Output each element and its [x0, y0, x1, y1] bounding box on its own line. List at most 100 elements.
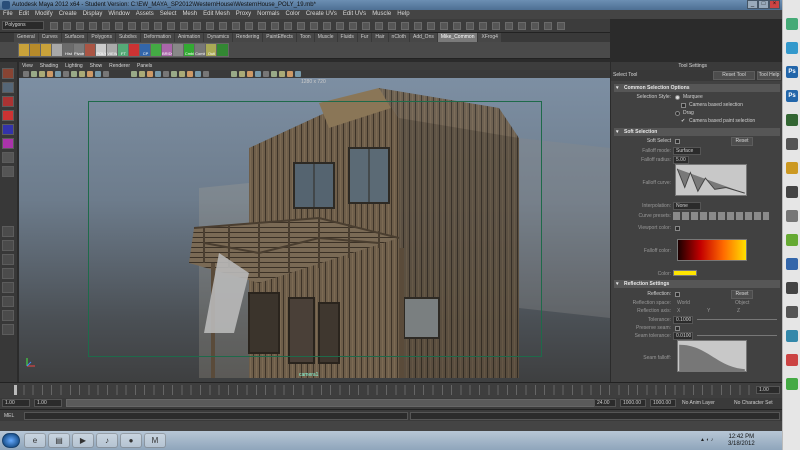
reflection-checkbox[interactable] — [675, 292, 680, 297]
viewport-tool-icon[interactable] — [187, 71, 193, 77]
layout-two-icon[interactable] — [2, 254, 14, 265]
viewport-tool-icon[interactable] — [139, 71, 145, 77]
maya-icon[interactable] — [786, 138, 798, 150]
status-tool-icon[interactable] — [297, 22, 305, 30]
menu-display[interactable]: Display — [83, 10, 103, 19]
status-tool-icon[interactable] — [102, 22, 110, 30]
viewport-tool-icon[interactable] — [163, 71, 169, 77]
viewport-tool-icon[interactable] — [87, 71, 93, 77]
status-tool-icon[interactable] — [219, 22, 227, 30]
viewport-tool-icon[interactable] — [271, 71, 277, 77]
viewport-menu-renderer[interactable]: Renderer — [109, 62, 130, 70]
status-tool-icon[interactable] — [167, 22, 175, 30]
shelf-tab-fur[interactable]: Fur — [357, 33, 372, 42]
viewport-tool-icon[interactable] — [195, 71, 201, 77]
viewport-tool-icon[interactable] — [95, 71, 101, 77]
lasso-tool-icon[interactable] — [2, 82, 14, 93]
text-icon[interactable] — [786, 282, 798, 294]
menu-muscle[interactable]: Muscle — [372, 10, 391, 19]
layout-persp-icon[interactable] — [2, 268, 14, 279]
common-selection-header[interactable]: Common Selection Options — [614, 84, 780, 92]
viewport-tool-icon[interactable] — [255, 71, 261, 77]
layout-single-icon[interactable] — [2, 226, 14, 237]
shelf-tab-polygons[interactable]: Polygons — [88, 33, 115, 42]
falloff-mode-dropdown[interactable]: Surface — [673, 147, 701, 155]
status-tool-icon[interactable] — [115, 22, 123, 30]
cpu-icon[interactable] — [786, 378, 798, 390]
end-time-field[interactable]: 1000.00 — [620, 399, 646, 407]
viewport-tool-icon[interactable] — [203, 71, 209, 77]
status-tool-icon[interactable] — [336, 22, 344, 30]
maya-taskbar-icon[interactable]: M — [144, 433, 166, 448]
ps-icon[interactable]: Ps — [786, 90, 798, 102]
status-tool-icon[interactable] — [375, 22, 383, 30]
start-time-field[interactable]: 1.00 — [2, 399, 30, 407]
status-tool-icon[interactable] — [206, 22, 214, 30]
window-title-bar[interactable]: Autodesk Maya 2012 x64 - Student Version… — [0, 0, 782, 10]
viewport-tool-icon[interactable] — [231, 71, 237, 77]
status-tool-icon[interactable] — [414, 22, 422, 30]
rotate-tool-icon[interactable] — [2, 124, 14, 135]
viewport-tool-icon[interactable] — [263, 71, 269, 77]
status-tool-icon[interactable] — [453, 22, 461, 30]
reset-tool-button[interactable]: Reset Tool — [713, 71, 755, 80]
menu-create-uvs[interactable]: Create UVs — [306, 10, 337, 19]
current-time-field[interactable]: 1.00 — [756, 386, 780, 394]
shelf-tab-surfaces[interactable]: Surfaces — [61, 33, 88, 42]
viewport-menu-shading[interactable]: Shading — [40, 62, 58, 70]
status-tool-icon[interactable] — [466, 22, 474, 30]
ai-icon[interactable] — [786, 114, 798, 126]
select-tool-icon[interactable] — [2, 68, 14, 79]
range-end-field[interactable]: 24.00 — [594, 399, 616, 407]
firefox-taskbar-icon[interactable]: ● — [120, 433, 142, 448]
viewport-tool-icon[interactable] — [71, 71, 77, 77]
shelf-tab-dynamics[interactable]: Dynamics — [204, 33, 233, 42]
status-tool-icon[interactable] — [284, 22, 292, 30]
tolerance-field[interactable]: 0.1000 — [673, 316, 693, 324]
layout-custom-icon[interactable] — [2, 324, 14, 335]
status-tool-icon[interactable] — [128, 22, 136, 30]
status-tool-icon[interactable] — [271, 22, 279, 30]
current-time-marker[interactable] — [14, 385, 17, 395]
menu-mesh[interactable]: Mesh — [182, 10, 197, 19]
manipulator-icon[interactable] — [2, 152, 14, 163]
menu-create[interactable]: Create — [59, 10, 77, 19]
music-icon[interactable] — [786, 306, 798, 318]
status-tool-icon[interactable] — [180, 22, 188, 30]
status-tool-icon[interactable] — [492, 22, 500, 30]
viewport-tool-icon[interactable] — [55, 71, 61, 77]
preserve-seam-checkbox[interactable] — [675, 326, 680, 331]
axis-y-radio[interactable]: Y — [707, 308, 710, 314]
status-tool-icon[interactable] — [388, 22, 396, 30]
status-tool-icon[interactable] — [245, 22, 253, 30]
viewport-color-checkbox[interactable] — [675, 226, 680, 231]
shelf-tab-painteffects[interactable]: PaintEffects — [263, 33, 296, 42]
seam-tolerance-slider[interactable] — [697, 335, 777, 336]
status-tool-icon[interactable] — [544, 22, 552, 30]
viewport-tool-icon[interactable] — [247, 71, 253, 77]
shelf-tab-add-ons[interactable]: Add_Ons — [410, 33, 437, 42]
status-tool-icon[interactable] — [232, 22, 240, 30]
menu-modify[interactable]: Modify — [35, 10, 53, 19]
viewport-menu-panels[interactable]: Panels — [137, 62, 152, 70]
scale-tool-icon[interactable] — [2, 138, 14, 149]
folder-icon[interactable] — [786, 162, 798, 174]
viewport-tool-icon[interactable] — [103, 71, 109, 77]
menu-edit-mesh[interactable]: Edit Mesh — [203, 10, 230, 19]
character-set-dropdown[interactable]: No Character Set — [734, 400, 773, 406]
text-icon[interactable] — [786, 186, 798, 198]
shelf-tab-subdivs[interactable]: Subdivs — [115, 33, 140, 42]
viewport-tool-icon[interactable] — [295, 71, 301, 77]
flower-icon[interactable] — [786, 234, 798, 246]
shelf-item-icon[interactable] — [216, 43, 229, 57]
viewport-tool-icon[interactable] — [147, 71, 153, 77]
tolerance-slider[interactable] — [697, 319, 777, 320]
shelf-tab-ncloth[interactable]: nCloth — [388, 33, 409, 42]
move-tool-icon[interactable] — [2, 110, 14, 121]
soft-select-checkbox[interactable] — [675, 139, 680, 144]
reflection-reset-button[interactable]: Reset — [731, 290, 753, 299]
minimize-button[interactable]: _ — [747, 0, 758, 9]
start-button[interactable] — [2, 433, 20, 448]
shelf-tab-muscle[interactable]: Muscle — [314, 33, 337, 42]
shelf-tab-mike-common[interactable]: Mike_Common — [437, 33, 478, 42]
